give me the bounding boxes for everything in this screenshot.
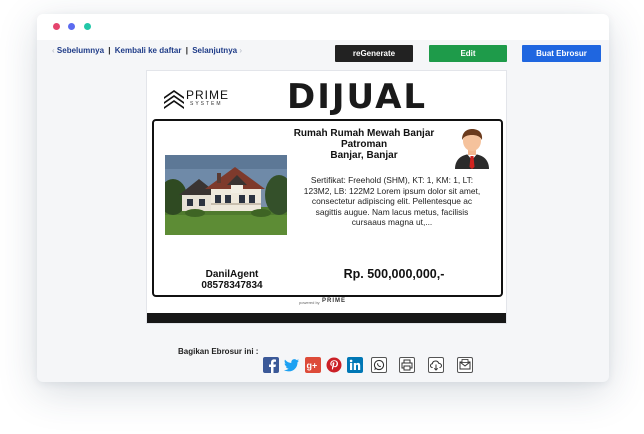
google-plus-icon[interactable]: g+ — [305, 357, 321, 373]
nav-separator: | — [108, 46, 111, 55]
property-title-line: Patroman — [340, 139, 388, 150]
window-titlebar — [37, 14, 609, 40]
property-description: Sertifikat: Freehold (SHM), KT: 1, KM: 1… — [303, 175, 481, 227]
agent-avatar-icon — [452, 127, 492, 169]
agent-name: DanilAgent — [205, 269, 259, 280]
download-icon[interactable] — [428, 357, 444, 373]
chevron-right-icon: › — [239, 46, 242, 55]
back-to-list-link[interactable]: Kembali ke daftar — [115, 46, 182, 55]
maximize-window-dot[interactable] — [84, 23, 91, 30]
facebook-icon[interactable] — [263, 357, 279, 373]
listing-card: Rumah Rumah Mewah Banjar Patroman Banjar… — [152, 119, 503, 297]
print-icon[interactable] — [399, 357, 415, 373]
close-window-dot[interactable] — [53, 23, 60, 30]
agent-phone: 08578347834 — [201, 280, 263, 291]
chevron-left-icon: ‹ — [52, 46, 55, 55]
browser-window: ‹ Sebelumnya | Kembali ke daftar | Selan… — [37, 14, 609, 382]
email-icon[interactable] — [457, 357, 473, 373]
minimize-window-dot[interactable] — [68, 23, 75, 30]
pagination-nav: ‹ Sebelumnya | Kembali ke daftar | Selan… — [52, 46, 242, 55]
regenerate-button[interactable]: reGenerate — [335, 45, 413, 62]
svg-text:g+: g+ — [307, 361, 318, 371]
whatsapp-icon[interactable] — [371, 357, 387, 373]
property-price: Rp. 500,000,000,- — [343, 267, 445, 281]
logo-mark-icon — [164, 90, 184, 109]
property-photo — [165, 155, 287, 235]
next-link[interactable]: Selanjutnya — [192, 46, 237, 55]
logo-subtext: SYSTEM — [190, 101, 223, 107]
logo-word: PRIME — [186, 88, 230, 102]
prime-system-logo: PRIME SYSTEM — [164, 87, 248, 111]
property-title-line: Rumah Rumah Mewah Banjar — [293, 128, 435, 139]
agent-info: DanilAgent 08578347834 — [172, 269, 292, 291]
twitter-icon[interactable] — [284, 357, 300, 373]
flyer-headline: DIJUAL — [287, 77, 428, 117]
edit-button[interactable]: Edit — [429, 45, 507, 62]
powered-by-logo: PRIME — [322, 298, 347, 304]
powered-by-label: powered by — [299, 300, 320, 305]
nav-separator: | — [185, 46, 188, 55]
prev-link[interactable]: Sebelumnya — [57, 46, 104, 55]
ebrochure-preview: PRIME SYSTEM DIJUAL Rumah Rumah Mewah Ba… — [146, 70, 507, 324]
property-title: Rumah Rumah Mewah Banjar Patroman Banjar… — [284, 128, 444, 161]
property-location: Banjar, Banjar — [330, 150, 398, 161]
flyer-footer-bar — [147, 313, 506, 323]
linkedin-icon[interactable] — [347, 357, 363, 373]
create-ebrochure-button[interactable]: Buat Ebrosur — [522, 45, 601, 62]
share-label: Bagikan Ebrosur ini : — [178, 347, 259, 356]
pinterest-icon[interactable] — [326, 357, 342, 373]
